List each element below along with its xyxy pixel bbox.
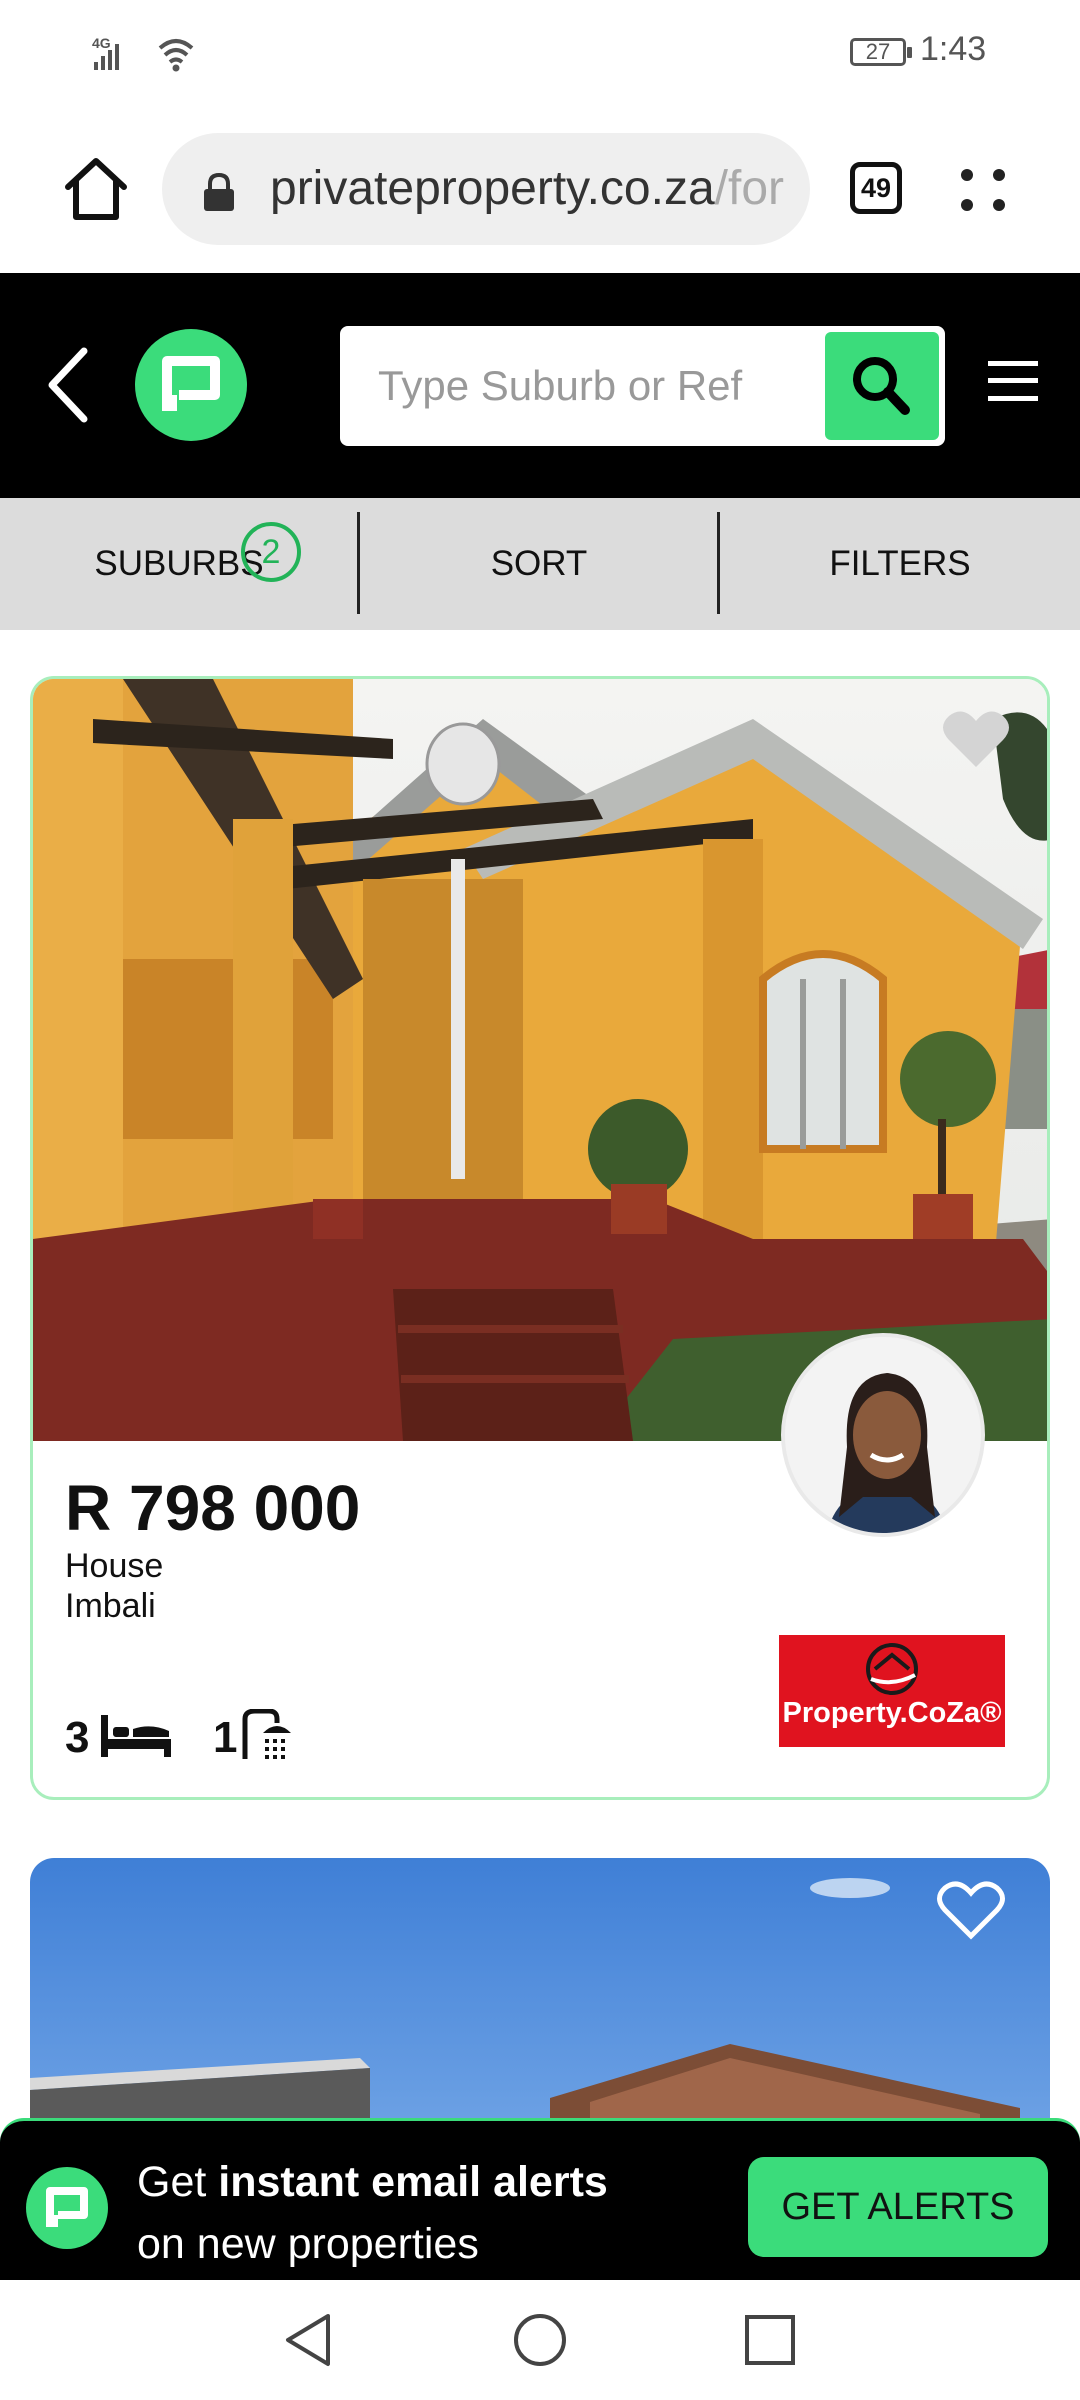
site-logo[interactable] <box>135 329 247 441</box>
listing-price: R 798 000 <box>65 1472 361 1544</box>
sort-label: SORT <box>490 544 588 583</box>
clock: 1:43 <box>920 30 987 68</box>
filter-bar: SUBURBS 2 SORT FILTERS <box>0 498 1080 630</box>
status-bar: 4G 27 1:43 <box>0 0 1080 105</box>
favorite-heart-icon[interactable] <box>941 707 1011 771</box>
bathroom-count: 1 <box>213 1713 238 1762</box>
url-text: privateproperty.co.za/for <box>270 162 785 215</box>
agency-name: Property.CoZa® <box>782 1697 1002 1729</box>
nav-home-icon[interactable] <box>512 2312 568 2368</box>
battery-indicator: 27 <box>850 38 912 66</box>
house-photo-image <box>33 679 1047 1441</box>
filters-button[interactable]: FILTERS <box>720 498 1080 630</box>
search-button[interactable] <box>825 332 939 440</box>
search-box <box>340 326 945 446</box>
search-icon <box>853 357 910 415</box>
site-header <box>0 273 1080 498</box>
agent-avatar[interactable] <box>781 1333 985 1537</box>
menu-icon[interactable] <box>988 361 1038 401</box>
suburbs-label: SUBURBS <box>94 544 264 583</box>
bedroom-count: 3 <box>65 1713 90 1762</box>
lock-icon <box>204 173 234 211</box>
sort-button[interactable]: SORT <box>360 498 718 630</box>
alert-message: Get instant email alerts on new properti… <box>137 2158 608 2268</box>
property-suburb: Imbali <box>65 1587 156 1625</box>
banner-logo <box>26 2167 108 2249</box>
home-icon[interactable] <box>60 153 132 225</box>
system-navigation-bar <box>0 2280 1080 2400</box>
favorite-heart-icon[interactable] <box>936 1878 1006 1942</box>
nav-back-icon[interactable] <box>282 2312 334 2368</box>
email-alerts-banner: Get instant email alerts on new properti… <box>0 2118 1080 2280</box>
get-alerts-button[interactable]: GET ALERTS <box>748 2157 1048 2257</box>
wifi-icon <box>158 39 194 64</box>
svg-text:4G: 4G <box>92 35 111 51</box>
listing-card[interactable] <box>30 1858 1050 2118</box>
listing-photo[interactable] <box>33 679 1047 1441</box>
listing-card[interactable]: R 798 000 House Imbali 3 1 Property.CoZa… <box>30 676 1050 1800</box>
logo-icon <box>46 2187 88 2227</box>
suburbs-count-badge: 2 <box>241 522 301 582</box>
tab-switcher-button[interactable]: 49 <box>850 162 902 214</box>
search-input[interactable] <box>378 356 798 416</box>
suburbs-filter-button[interactable]: SUBURBS <box>0 498 358 630</box>
logo-icon <box>162 356 220 411</box>
signal-icon: 4G <box>92 35 194 72</box>
house-photo-image <box>30 1858 1050 2118</box>
property-type: House <box>65 1547 164 1585</box>
filters-label: FILTERS <box>829 544 971 583</box>
browser-toolbar: privateproperty.co.za/for 49 <box>0 105 1080 273</box>
bed-icon <box>101 1715 171 1757</box>
nav-recents-icon[interactable] <box>744 2314 796 2366</box>
agent-photo <box>785 1337 981 1533</box>
agency-logo[interactable]: Property.CoZa® <box>779 1635 1005 1747</box>
more-icon[interactable] <box>955 165 1011 215</box>
address-bar[interactable]: privateproperty.co.za/for <box>162 133 810 245</box>
shower-icon <box>242 1709 291 1759</box>
agency-house-logo-icon <box>866 1643 918 1695</box>
back-icon[interactable] <box>44 345 92 425</box>
